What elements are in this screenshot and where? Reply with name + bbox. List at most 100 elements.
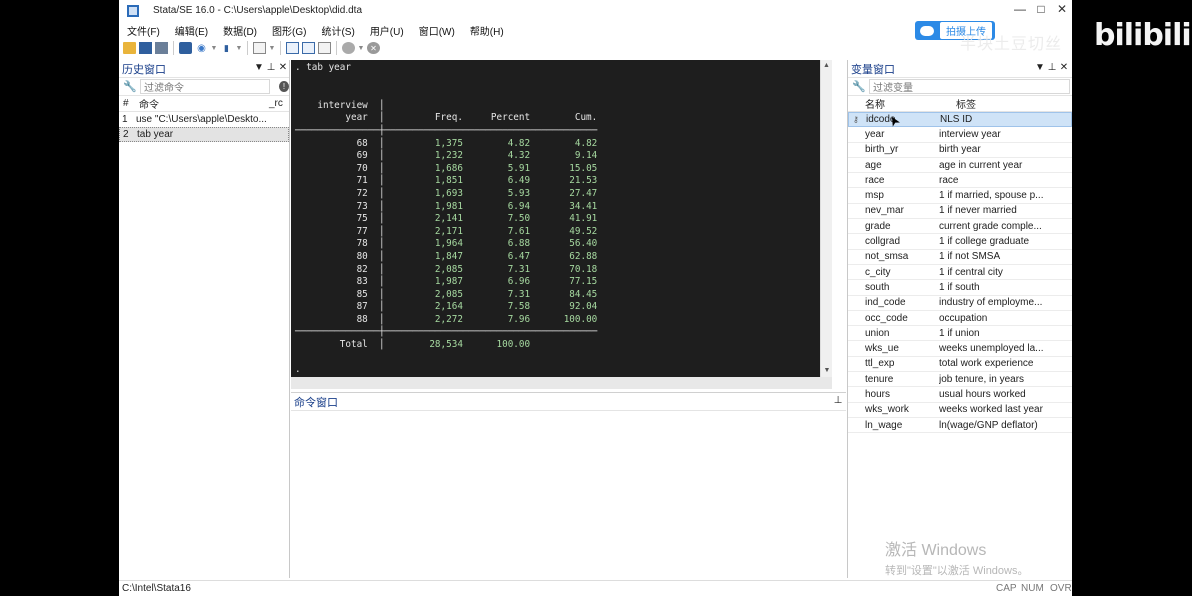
variable-row[interactable]: msp 1 if married, spouse p... bbox=[848, 188, 1072, 204]
data-browser-icon[interactable] bbox=[302, 42, 315, 54]
variable-label: 1 if union bbox=[939, 327, 980, 339]
variable-row[interactable]: ind_code industry of employme... bbox=[848, 296, 1072, 311]
maximize-button[interactable]: □ bbox=[1030, 2, 1052, 16]
toolbar-divider bbox=[173, 41, 174, 55]
col-rc[interactable]: _rc bbox=[269, 98, 289, 109]
close-button[interactable]: ✕ bbox=[1051, 2, 1072, 16]
variable-name: not_smsa bbox=[865, 251, 909, 263]
variables-panel: 变量窗口 ▼ ⊥ ✕ 🔧 过滤变量 名称 标签 ⚷ idcode NLS ID ➤ ye… bbox=[847, 60, 1072, 578]
menu-user[interactable]: 用户(U) bbox=[362, 23, 411, 38]
results-window[interactable]: . tab year interview │ year │ Freq. Perc… bbox=[291, 60, 832, 377]
pin-icon[interactable]: ⊥ bbox=[1047, 62, 1057, 73]
chevron-down-icon[interactable]: ▼ bbox=[358, 42, 365, 54]
col-name[interactable]: 名称 bbox=[865, 96, 956, 111]
variable-row[interactable]: ln_wage ln(wage/GNP deflator) bbox=[848, 418, 1072, 434]
menu-edit[interactable]: 编辑(E) bbox=[167, 23, 215, 38]
chevron-down-icon[interactable]: ▼ bbox=[236, 42, 243, 54]
variable-row[interactable]: not_smsa 1 if not SMSA bbox=[848, 250, 1072, 265]
viewer-icon[interactable]: ◉ bbox=[195, 42, 208, 54]
variable-label: NLS ID bbox=[940, 114, 973, 126]
history-row[interactable]: 2 tab year bbox=[119, 127, 289, 142]
variable-row[interactable]: tenure job tenure, in years bbox=[848, 372, 1072, 388]
variable-row[interactable]: south 1 if south bbox=[848, 280, 1072, 296]
filter-icon[interactable]: ▼ bbox=[1035, 62, 1045, 73]
variable-row[interactable]: ⚷ idcode NLS ID ➤ bbox=[848, 112, 1072, 130]
menu-help[interactable]: 帮助(H) bbox=[462, 23, 511, 38]
num-indicator: NUM bbox=[1021, 583, 1044, 594]
graph-icon[interactable]: ▮ bbox=[220, 42, 233, 54]
menu-statistics[interactable]: 统计(S) bbox=[313, 23, 361, 38]
variable-name: nev_mar bbox=[865, 205, 904, 217]
do-file-editor-icon[interactable] bbox=[253, 42, 266, 54]
variable-row[interactable]: occ_code occupation bbox=[848, 311, 1072, 327]
variable-name: union bbox=[865, 327, 890, 339]
variable-row[interactable]: collgrad 1 if college graduate bbox=[848, 234, 1072, 250]
variable-name: ln_wage bbox=[865, 419, 903, 431]
wrench-icon[interactable]: 🔧 bbox=[852, 80, 866, 93]
variable-row[interactable]: age age in current year bbox=[848, 158, 1072, 174]
wrench-icon[interactable]: 🔧 bbox=[123, 80, 137, 93]
results-hscrollbar[interactable] bbox=[291, 377, 832, 389]
save-icon[interactable] bbox=[139, 42, 152, 54]
open-icon[interactable] bbox=[123, 42, 136, 54]
variable-row[interactable]: union 1 if union bbox=[848, 326, 1072, 342]
variables-manager-icon[interactable] bbox=[318, 42, 331, 54]
variable-label: race bbox=[939, 174, 959, 186]
menu-file[interactable]: 文件(F) bbox=[119, 23, 167, 38]
variable-row[interactable]: c_city 1 if central city bbox=[848, 265, 1072, 281]
col-num[interactable]: # bbox=[119, 98, 136, 109]
data-editor-icon[interactable] bbox=[286, 42, 299, 54]
title-bar: Stata/SE 16.0 - C:\Users\apple\Desktop\d… bbox=[119, 0, 1072, 21]
variable-label: ln(wage/GNP deflator) bbox=[939, 419, 1038, 431]
results-scrollbar[interactable]: ▲ ▼ bbox=[820, 60, 832, 377]
variable-row[interactable]: birth_yr birth year bbox=[848, 143, 1072, 158]
variable-row[interactable]: nev_mar 1 if never married bbox=[848, 204, 1072, 220]
break-icon[interactable]: ✕ bbox=[367, 42, 380, 54]
variable-row[interactable]: wks_ue weeks unemployed la... bbox=[848, 341, 1072, 357]
print-icon[interactable] bbox=[155, 42, 168, 54]
variables-header: 变量窗口 ▼ ⊥ ✕ bbox=[848, 60, 1072, 78]
close-icon[interactable]: ✕ bbox=[1059, 62, 1069, 73]
scroll-up-icon[interactable]: ▲ bbox=[821, 60, 832, 72]
menu-data[interactable]: 数据(D) bbox=[215, 23, 264, 38]
col-label[interactable]: 标签 bbox=[956, 96, 976, 111]
more-icon[interactable] bbox=[342, 42, 355, 54]
variable-name: tenure bbox=[865, 373, 894, 385]
variable-name: birth_yr bbox=[865, 144, 899, 156]
command-panel[interactable]: 命令窗口 ⊥ bbox=[291, 392, 846, 578]
variable-row[interactable]: race race bbox=[848, 173, 1072, 189]
col-command[interactable]: 命令 bbox=[136, 96, 269, 111]
variable-name: msp bbox=[865, 190, 884, 202]
log-icon[interactable] bbox=[179, 42, 192, 54]
variable-row[interactable]: ttl_exp total work experience bbox=[848, 357, 1072, 373]
filter-icon[interactable]: ▼ bbox=[254, 62, 264, 73]
info-icon[interactable]: ! bbox=[279, 81, 289, 92]
variable-row[interactable]: wks_work weeks worked last year bbox=[848, 403, 1072, 418]
minimize-button[interactable]: — bbox=[1009, 2, 1031, 16]
variables-filter-row: 🔧 过滤变量 bbox=[848, 78, 1072, 96]
chevron-down-icon[interactable]: ▼ bbox=[269, 42, 276, 54]
toolbar: ◉ ▼ ▮ ▼ ▼ ▼ ✕ bbox=[119, 39, 380, 57]
close-icon[interactable]: ✕ bbox=[278, 62, 288, 73]
variable-row[interactable]: grade current grade comple... bbox=[848, 219, 1072, 235]
caps-indicator: CAP bbox=[996, 583, 1017, 594]
variable-row[interactable]: year interview year bbox=[848, 127, 1072, 143]
history-filter-input[interactable]: 过滤命令 bbox=[140, 79, 270, 94]
chevron-down-icon[interactable]: ▼ bbox=[211, 42, 218, 54]
variable-label: job tenure, in years bbox=[939, 373, 1025, 385]
menu-graphics[interactable]: 图形(G) bbox=[264, 23, 313, 38]
pin-icon[interactable]: ⊥ bbox=[833, 395, 843, 406]
menu-window[interactable]: 窗口(W) bbox=[411, 23, 462, 38]
pin-icon[interactable]: ⊥ bbox=[266, 62, 276, 73]
menu-bar: 文件(F) 编辑(E) 数据(D) 图形(G) 统计(S) 用户(U) 窗口(W… bbox=[119, 21, 511, 39]
history-row[interactable]: 1 use "C:\Users\apple\Deskto... bbox=[119, 112, 289, 127]
stata-window: Stata/SE 16.0 - C:\Users\apple\Desktop\d… bbox=[119, 0, 1072, 596]
variable-name: collgrad bbox=[865, 236, 901, 248]
scroll-down-icon[interactable]: ▼ bbox=[821, 365, 833, 377]
history-row-cmd: tab year bbox=[137, 129, 174, 140]
variable-row[interactable]: hours usual hours worked bbox=[848, 387, 1072, 403]
results-output: . tab year interview │ year │ Freq. Perc… bbox=[295, 62, 598, 376]
variables-filter-input[interactable]: 过滤变量 bbox=[869, 79, 1070, 94]
variable-label: weeks worked last year bbox=[939, 404, 1043, 416]
variable-label: age in current year bbox=[939, 159, 1023, 171]
